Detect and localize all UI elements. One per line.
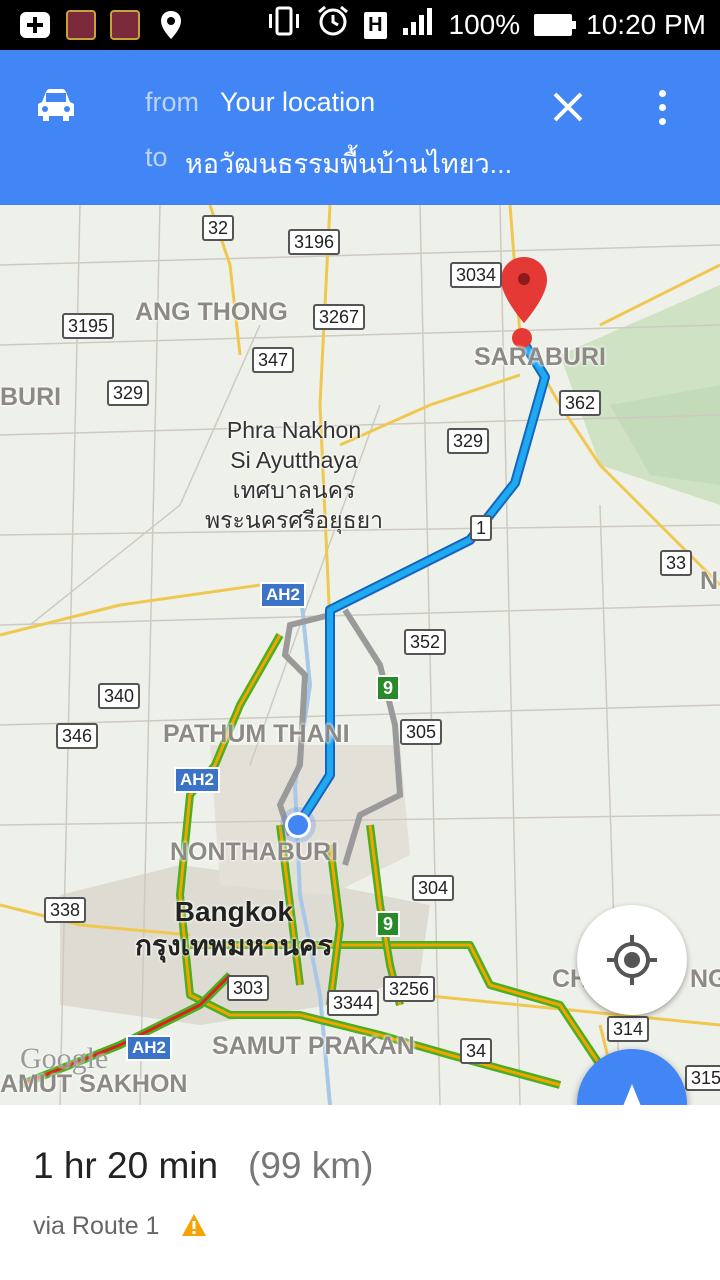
vibrate-icon	[266, 6, 302, 44]
route-summary-panel[interactable]: 1 hr 20 min (99 km) via Route 1	[0, 1105, 720, 1280]
route-shield: 34	[460, 1038, 493, 1064]
route-shield: 329	[107, 380, 150, 406]
my-location-button[interactable]	[577, 905, 687, 1015]
place-label: N	[700, 567, 719, 595]
place-label: NONTHABURI	[170, 838, 339, 866]
place-label: PATHUM THANI	[163, 720, 350, 748]
trip-duration: 1 hr 20 min	[33, 1145, 219, 1186]
app-icon	[110, 10, 140, 40]
battery-icon	[534, 14, 577, 36]
asian-highway-shield: AH2	[174, 767, 221, 793]
destination-pin-icon	[501, 257, 547, 348]
place-label: ANG THONG	[135, 298, 288, 326]
more-vert-icon	[659, 90, 666, 97]
status-bar: H 100% 10:20 PM	[0, 0, 720, 50]
destination-field[interactable]: หอวัฒนธรรมพื้นบ้านไทยว...	[185, 142, 512, 185]
route-shield: 314	[607, 1016, 650, 1042]
route-via-label: via Route 1	[33, 1212, 160, 1240]
add-icon	[18, 8, 52, 42]
warning-icon	[180, 1212, 208, 1243]
crosshair-icon	[607, 935, 657, 985]
car-icon[interactable]	[36, 88, 76, 127]
route-shield: 347	[252, 347, 295, 373]
app-icon	[66, 10, 96, 40]
route-shield: 352	[404, 629, 447, 655]
route-shield: 346	[56, 723, 99, 749]
from-label: from	[145, 87, 199, 117]
route-shield: 315	[685, 1065, 720, 1091]
asian-highway-shield: AH2	[126, 1035, 173, 1061]
location-icon	[154, 8, 188, 42]
trip-distance: (99 km)	[248, 1145, 374, 1186]
route-shield: 3344	[327, 990, 380, 1016]
route-shield: 329	[447, 428, 490, 454]
city-label-ayutthaya: Phra Nakhon Si Ayutthaya เทศบาลนคร พระนค…	[205, 417, 384, 533]
route-shield: 3267	[313, 304, 366, 330]
google-attribution: Google	[20, 1042, 109, 1075]
origin-field[interactable]: Your location	[220, 87, 375, 118]
clock: 10:20 PM	[586, 9, 706, 40]
route-shield: 3034	[450, 262, 503, 288]
route-shield: 338	[44, 897, 87, 923]
place-label: SARABURI	[474, 343, 606, 371]
battery-percent: 100%	[448, 9, 521, 40]
route-shield: 33	[660, 550, 693, 576]
asian-highway-shield: AH2	[260, 582, 307, 608]
close-icon	[553, 92, 583, 122]
network-type-badge: H	[364, 11, 387, 39]
city-label-bangkok: Bangkok กรุงเทพมหานคร	[135, 896, 333, 961]
close-button[interactable]	[545, 84, 591, 130]
place-label: SAMUT PRAKAN	[212, 1032, 415, 1060]
route-shield: 340	[98, 683, 141, 709]
route-shield: 3195	[62, 313, 115, 339]
alarm-icon	[316, 5, 350, 45]
signal-icon	[401, 6, 435, 44]
route-shield: 3196	[288, 229, 341, 255]
route-shield: 1	[470, 515, 493, 541]
expressway-shield: 9	[376, 911, 400, 937]
route-shield: 32	[202, 215, 235, 241]
directions-header: from Your location to หอวัฒนธรรมพื้นบ้าน…	[0, 50, 720, 205]
route-shield: 303	[227, 975, 270, 1001]
route-shield: 304	[412, 875, 455, 901]
to-label: to	[145, 142, 168, 172]
expressway-shield: 9	[376, 675, 400, 701]
route-shield: 362	[559, 390, 602, 416]
route-shield: 3256	[383, 976, 436, 1002]
place-label: BURI	[0, 383, 62, 411]
route-shield: 305	[400, 719, 443, 745]
place-label: NG	[690, 965, 720, 993]
overflow-menu-button[interactable]	[648, 84, 678, 130]
